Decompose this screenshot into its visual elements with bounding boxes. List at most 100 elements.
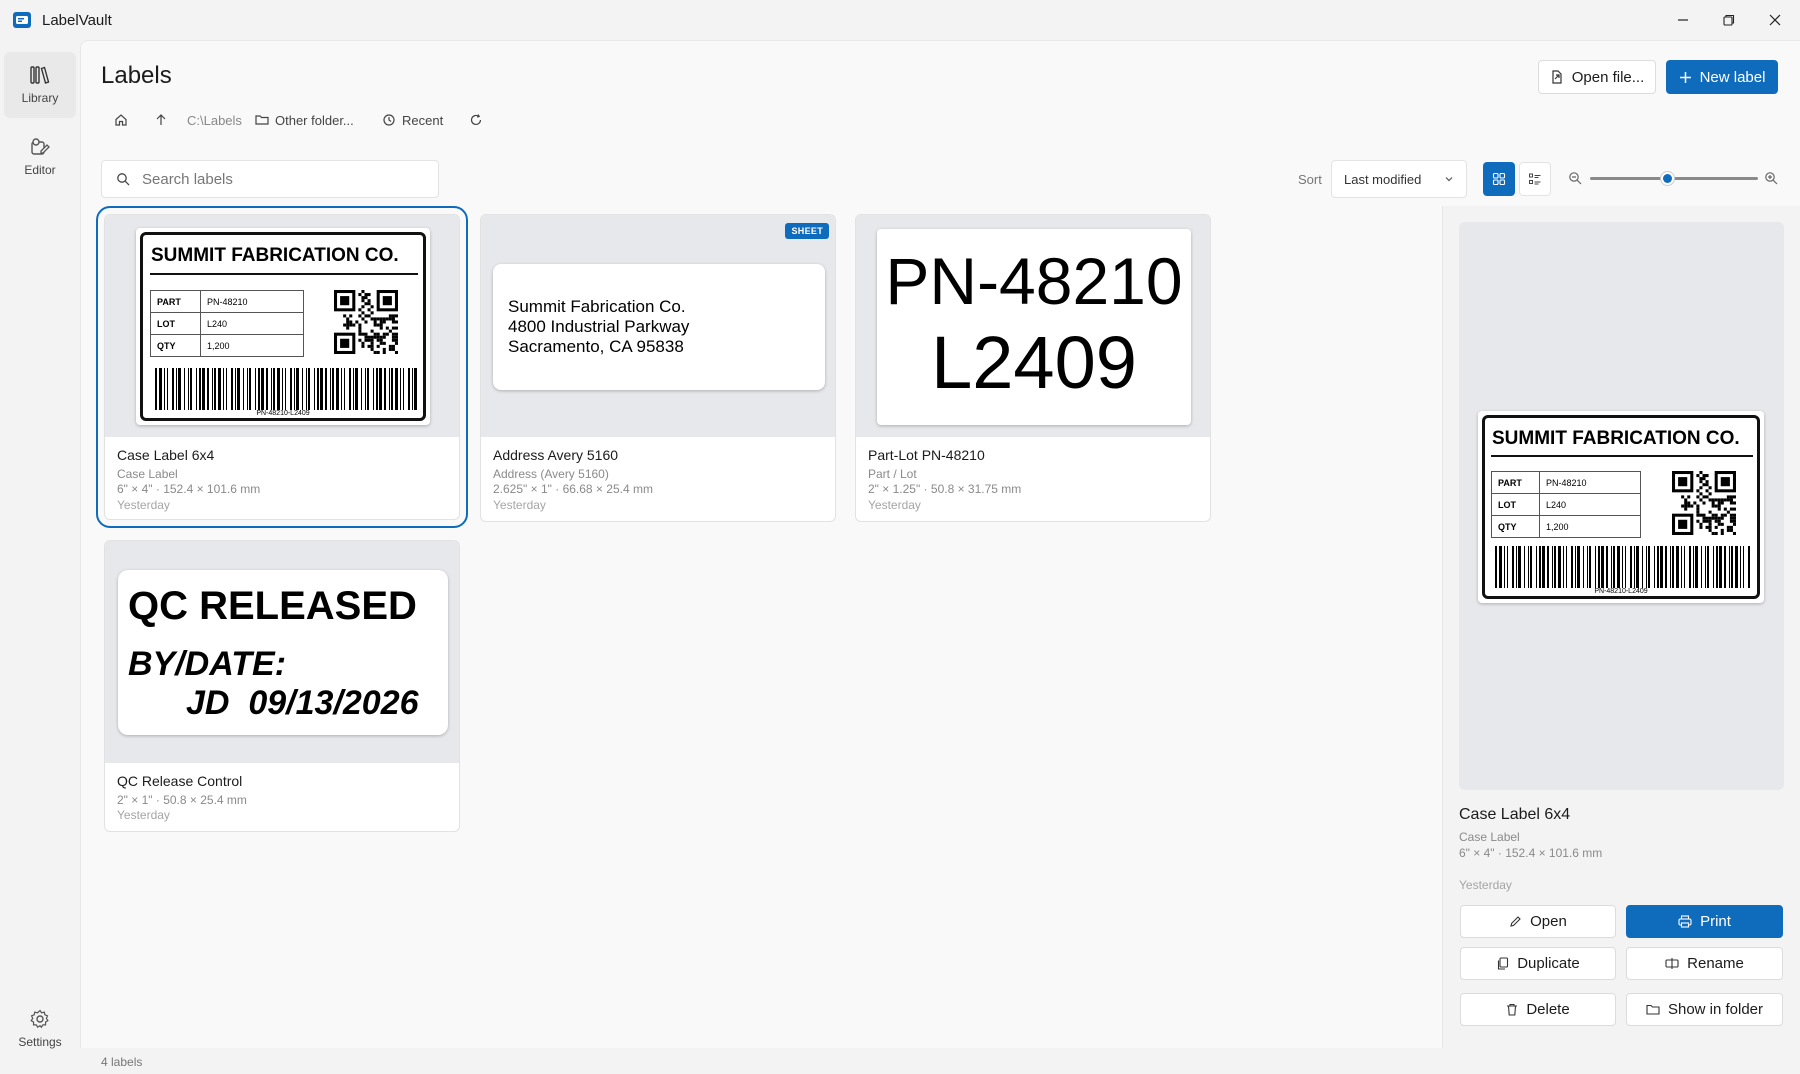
list-icon (1529, 173, 1541, 185)
rename-icon (1665, 958, 1679, 969)
card-title: Part-Lot PN-48210 (868, 447, 985, 463)
open-file-button[interactable]: Open file... (1538, 60, 1656, 94)
details-type: Case Label (1459, 830, 1520, 844)
title-bar: LabelVault (0, 0, 1800, 40)
label-preview: Summit Fabrication Co. 4800 Industrial P… (493, 264, 825, 390)
rename-button[interactable]: Rename (1626, 947, 1783, 980)
sort-dropdown[interactable]: Last modified (1331, 160, 1467, 198)
card-type: Part / Lot (868, 467, 917, 481)
card-size: 2" × 1.25" · 50.8 × 31.75 mm (868, 482, 1022, 496)
sort-value: Last modified (1344, 171, 1422, 187)
page-title: Labels (101, 62, 172, 89)
grid-icon (1492, 172, 1506, 186)
home-button[interactable] (114, 110, 128, 130)
card-date: Yesterday (868, 498, 921, 512)
other-folder-label: Other folder... (275, 112, 354, 128)
recent-button[interactable]: Recent (382, 110, 443, 130)
address-line-1: Summit Fabrication Co. (508, 297, 686, 316)
zoom-out-button[interactable] (1568, 171, 1582, 185)
recent-label: Recent (402, 112, 444, 128)
label-preview: QC RELEASED BY/DATE: JD 09/13/2026 (118, 570, 448, 735)
duplicate-button[interactable]: Duplicate (1460, 947, 1616, 980)
card-thumbnail: PN-48210 L2409 (856, 215, 1210, 437)
label-preview: PN-48210 L2409 (877, 229, 1191, 425)
open-file-label: Open file... (1571, 68, 1645, 86)
refresh-button[interactable] (469, 110, 483, 130)
minimize-button[interactable] (1660, 4, 1706, 36)
qr-code-icon (334, 290, 398, 354)
barcode-icon (155, 368, 417, 410)
arrow-up-icon (156, 114, 166, 125)
restore-icon (1723, 14, 1735, 26)
search-box[interactable]: Search labels (101, 160, 439, 198)
label-card-address[interactable]: Summit Fabrication Co. 4800 Industrial P… (480, 214, 836, 522)
nav-editor-label: Editor (24, 163, 56, 177)
barcode-text: PN-48210-L2409 (256, 410, 310, 417)
card-thumbnail: Summit Fabrication Co. 4800 Industrial P… (481, 215, 835, 437)
card-date: Yesterday (117, 498, 170, 512)
delete-button[interactable]: Delete (1460, 993, 1616, 1026)
close-icon (1769, 14, 1781, 26)
nav-settings-label: Settings (18, 1035, 62, 1049)
nav-library[interactable]: Library (4, 52, 76, 118)
grid-view-button[interactable] (1483, 162, 1515, 196)
up-folder-button[interactable] (154, 110, 168, 130)
label-fields-table: PART PN-48210 LOT L240 QTY 1,200 (1491, 471, 1641, 538)
open-label: Open (1530, 913, 1567, 930)
label-company: SUMMIT FABRICATION CO. (1492, 428, 1740, 449)
partlot-line-2: L2409 (931, 321, 1137, 404)
print-label: Print (1700, 913, 1731, 930)
qc-line-2: BY/DATE: (128, 645, 287, 683)
card-thumbnail: SUMMIT FABRICATION CO. PART PN-48210 LOT L… (105, 215, 459, 437)
barcode-icon (1495, 546, 1750, 588)
new-label-button[interactable]: New label (1666, 60, 1778, 94)
list-view-button[interactable] (1519, 162, 1551, 196)
print-button[interactable]: Print (1626, 905, 1783, 938)
card-date: Yesterday (493, 498, 546, 512)
label-card-case[interactable]: SUMMIT FABRICATION CO. PART PN-48210 LOT L… (96, 206, 468, 528)
app-logo-icon (12, 10, 32, 30)
address-line-3: Sacramento, CA 95838 (508, 337, 684, 356)
library-icon (30, 66, 50, 84)
details-preview: SUMMIT FABRICATION CO. PART PN-48210 LOT L… (1459, 222, 1784, 790)
open-file-icon (1552, 70, 1562, 84)
breadcrumb-path[interactable]: C:\Labels (187, 110, 242, 130)
card-size: 2" × 1" · 50.8 × 25.4 mm (117, 793, 247, 807)
show-in-folder-button[interactable]: Show in folder (1626, 993, 1783, 1026)
barcode-text: PN-48210-L2409 (1594, 588, 1648, 595)
trash-icon (1507, 1003, 1518, 1016)
card-title: QC Release Control (117, 773, 243, 789)
restore-button[interactable] (1706, 4, 1752, 36)
search-input[interactable]: Search labels (142, 171, 233, 188)
other-folder-button[interactable]: Other folder... (255, 110, 354, 130)
printer-icon (1678, 915, 1692, 928)
folder-icon (1646, 1004, 1660, 1015)
details-size: 6" × 4" · 152.4 × 101.6 mm (1459, 846, 1603, 860)
new-label-label: New label (1699, 68, 1766, 86)
nav-editor[interactable]: Editor (4, 124, 76, 190)
zoom-slider[interactable] (1590, 171, 1758, 186)
open-button[interactable]: Open (1460, 905, 1616, 938)
folder-icon (255, 115, 269, 125)
label-card-partlot[interactable]: PN-48210 L2409 Part-Lot PN-48210 Part / … (855, 214, 1211, 522)
close-button[interactable] (1752, 4, 1798, 36)
delete-label: Delete (1526, 1001, 1570, 1018)
duplicate-label: Duplicate (1517, 955, 1580, 972)
card-title: Case Label 6x4 (117, 447, 215, 463)
minimize-icon (1678, 19, 1688, 21)
card-thumbnail: QC RELEASED BY/DATE: JD 09/13/2026 (105, 541, 459, 763)
card-size: 6" × 4" · 152.4 × 101.6 mm (117, 482, 261, 496)
partlot-line-1: PN-48210 (885, 244, 1183, 318)
search-icon (117, 173, 130, 186)
chevron-down-icon (1445, 177, 1453, 182)
details-date: Yesterday (1459, 878, 1512, 892)
label-card-qc[interactable]: QC RELEASED BY/DATE: JD 09/13/2026 QC Re… (104, 540, 460, 832)
pencil-icon (1510, 916, 1521, 927)
qc-line-3: JD 09/13/2026 (186, 684, 419, 722)
zoom-out-icon (1569, 172, 1582, 185)
nav-settings[interactable]: Settings (4, 996, 76, 1062)
qc-line-1: QC RELEASED (128, 584, 417, 628)
show-in-folder-label: Show in folder (1667, 1001, 1764, 1018)
zoom-in-button[interactable] (1764, 171, 1778, 185)
gear-icon (30, 1009, 49, 1029)
